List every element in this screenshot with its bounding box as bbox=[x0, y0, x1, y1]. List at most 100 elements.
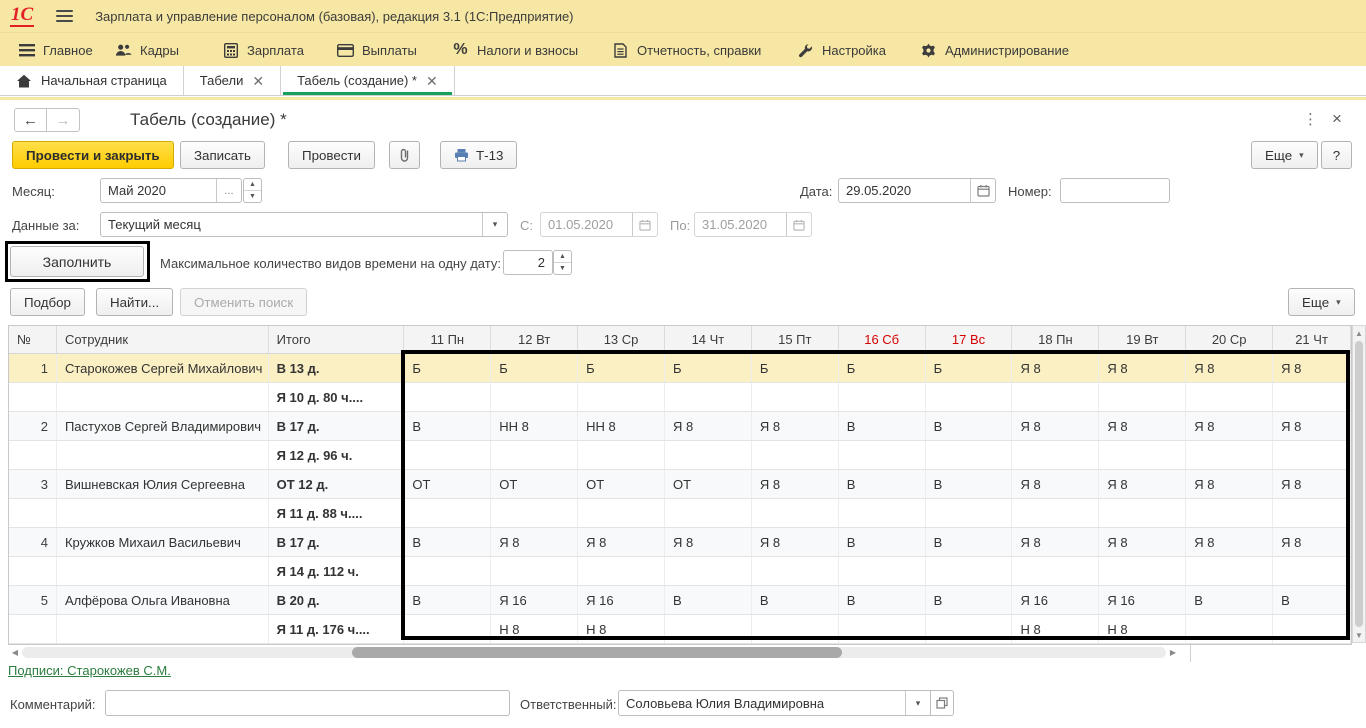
day-cell[interactable]: В bbox=[665, 586, 752, 614]
day-cell[interactable] bbox=[1099, 441, 1186, 469]
menu-item-main[interactable]: Главное bbox=[18, 33, 93, 67]
print-t13-button[interactable]: Т-13 bbox=[440, 141, 517, 169]
column-header-0[interactable]: № bbox=[9, 326, 57, 353]
total-cell[interactable]: В 13 д. bbox=[269, 354, 405, 382]
employee-cell[interactable] bbox=[57, 615, 269, 643]
total-cell[interactable]: ОТ 12 д. bbox=[269, 470, 405, 498]
day-cell[interactable]: Я 16 bbox=[578, 586, 665, 614]
column-header-4[interactable]: 12 Вт bbox=[491, 326, 578, 353]
row-number-cell[interactable] bbox=[9, 383, 57, 411]
back-button[interactable]: ← bbox=[14, 108, 47, 132]
responsible-select[interactable]: Соловьева Юлия Владимировна ▾ bbox=[618, 690, 931, 716]
month-ellipsis-button[interactable]: ... bbox=[216, 179, 241, 202]
total-cell[interactable]: В 20 д. bbox=[269, 586, 405, 614]
day-cell[interactable]: В bbox=[926, 528, 1013, 556]
day-cell[interactable]: Я 8 bbox=[665, 528, 752, 556]
day-cell[interactable]: ОТ bbox=[404, 470, 491, 498]
employee-cell[interactable] bbox=[57, 557, 269, 585]
column-header-12[interactable]: 20 Ср bbox=[1186, 326, 1273, 353]
vertical-scrollbar[interactable]: ▲ ▼ bbox=[1352, 325, 1366, 643]
menu-item-settings[interactable]: Настройка bbox=[797, 33, 886, 67]
day-cell[interactable] bbox=[839, 441, 926, 469]
date-input[interactable]: 29.05.2020 bbox=[838, 178, 996, 203]
total-cell[interactable]: Я 11 д. 176 ч.... bbox=[269, 615, 405, 643]
day-cell[interactable] bbox=[1099, 557, 1186, 585]
total-cell[interactable]: В 17 д. bbox=[269, 412, 405, 440]
table-row-2-line2[interactable]: Я 12 д. 96 ч. bbox=[9, 441, 1351, 470]
row-number-cell[interactable]: 4 bbox=[9, 528, 57, 556]
day-cell[interactable] bbox=[1273, 557, 1351, 585]
day-cell[interactable] bbox=[752, 383, 839, 411]
max-time-types-spinner[interactable]: ▲▼ bbox=[553, 250, 572, 275]
employee-cell[interactable]: Пастухов Сергей Владимирович bbox=[57, 412, 269, 440]
day-cell[interactable] bbox=[665, 557, 752, 585]
tab-tabeli[interactable]: Табели✕ bbox=[184, 66, 281, 95]
month-spinner[interactable]: ▲▼ bbox=[243, 178, 262, 203]
form-more-menu-icon[interactable]: ⋮ bbox=[1303, 110, 1318, 128]
forward-button[interactable]: → bbox=[47, 108, 80, 132]
day-cell[interactable]: Я 8 bbox=[1099, 528, 1186, 556]
day-cell[interactable]: Б bbox=[752, 354, 839, 382]
tab-close-icon[interactable]: ✕ bbox=[252, 74, 264, 88]
day-cell[interactable] bbox=[1012, 441, 1099, 469]
day-cell[interactable]: Я 8 bbox=[491, 528, 578, 556]
vertical-scroll-thumb[interactable] bbox=[1355, 341, 1363, 627]
form-close-icon[interactable]: × bbox=[1332, 109, 1342, 129]
day-cell[interactable] bbox=[1099, 499, 1186, 527]
find-button[interactable]: Найти... bbox=[96, 288, 173, 316]
day-cell[interactable] bbox=[1273, 383, 1351, 411]
day-cell[interactable]: Б bbox=[578, 354, 665, 382]
day-cell[interactable]: В bbox=[752, 586, 839, 614]
day-cell[interactable]: В bbox=[404, 586, 491, 614]
day-cell[interactable] bbox=[404, 615, 491, 643]
day-cell[interactable] bbox=[752, 441, 839, 469]
spin-up-icon[interactable]: ▲ bbox=[244, 179, 261, 191]
more-button-top[interactable]: Еще▾ bbox=[1251, 141, 1318, 169]
row-number-cell[interactable]: 2 bbox=[9, 412, 57, 440]
day-cell[interactable]: Н 8 bbox=[491, 615, 578, 643]
fill-button[interactable]: Заполнить bbox=[10, 246, 144, 277]
month-input[interactable]: Май 2020 ... bbox=[100, 178, 242, 203]
row-number-cell[interactable] bbox=[9, 557, 57, 585]
hamburger-icon[interactable] bbox=[56, 7, 73, 25]
day-cell[interactable]: В bbox=[926, 470, 1013, 498]
attachment-button[interactable] bbox=[389, 141, 420, 169]
pick-button[interactable]: Подбор bbox=[10, 288, 85, 316]
day-cell[interactable] bbox=[404, 557, 491, 585]
menu-item-hr[interactable]: Кадры bbox=[115, 33, 179, 67]
number-input[interactable] bbox=[1060, 178, 1170, 203]
total-cell[interactable]: В 17 д. bbox=[269, 528, 405, 556]
column-header-9[interactable]: 17 Вс bbox=[926, 326, 1013, 353]
day-cell[interactable]: Я 16 bbox=[1099, 586, 1186, 614]
employee-cell[interactable] bbox=[57, 383, 269, 411]
table-row-3-line1[interactable]: 3Вишневская Юлия СергеевнаОТ 12 д.ОТОТОТ… bbox=[9, 470, 1351, 499]
post-button[interactable]: Провести bbox=[288, 141, 375, 169]
day-cell[interactable] bbox=[1273, 499, 1351, 527]
day-cell[interactable]: В bbox=[839, 528, 926, 556]
day-cell[interactable]: Я 8 bbox=[1099, 354, 1186, 382]
spin-down-icon[interactable]: ▼ bbox=[244, 191, 261, 202]
day-cell[interactable] bbox=[1186, 499, 1273, 527]
day-cell[interactable]: ОТ bbox=[665, 470, 752, 498]
row-number-cell[interactable]: 3 bbox=[9, 470, 57, 498]
day-cell[interactable]: Я 8 bbox=[752, 470, 839, 498]
day-cell[interactable] bbox=[404, 441, 491, 469]
spin-up-icon[interactable]: ▲ bbox=[554, 251, 571, 263]
table-row-4-line1[interactable]: 4Кружков Михаил ВасильевичВ 17 д.ВЯ 8Я 8… bbox=[9, 528, 1351, 557]
day-cell[interactable]: В bbox=[839, 412, 926, 440]
row-number-cell[interactable] bbox=[9, 615, 57, 643]
day-cell[interactable]: Я 8 bbox=[665, 412, 752, 440]
day-cell[interactable]: ОТ bbox=[491, 470, 578, 498]
calendar-icon[interactable] bbox=[970, 179, 995, 202]
table-row-5-line1[interactable]: 5Алфёрова Ольга ИвановнаВ 20 д.ВЯ 16Я 16… bbox=[9, 586, 1351, 615]
day-cell[interactable] bbox=[404, 499, 491, 527]
chevron-down-icon[interactable]: ▾ bbox=[905, 691, 930, 715]
column-header-11[interactable]: 19 Вт bbox=[1099, 326, 1186, 353]
table-row-1-line1[interactable]: 1Старокожев Сергей МихайловичВ 13 д.ББББ… bbox=[9, 354, 1351, 383]
table-row-5-line2[interactable]: Я 11 д. 176 ч....Н 8Н 8Н 8Н 8 bbox=[9, 615, 1351, 644]
day-cell[interactable] bbox=[1099, 383, 1186, 411]
row-number-cell[interactable] bbox=[9, 499, 57, 527]
table-row-3-line2[interactable]: Я 11 д. 88 ч.... bbox=[9, 499, 1351, 528]
day-cell[interactable] bbox=[578, 499, 665, 527]
comment-input[interactable] bbox=[105, 690, 510, 716]
